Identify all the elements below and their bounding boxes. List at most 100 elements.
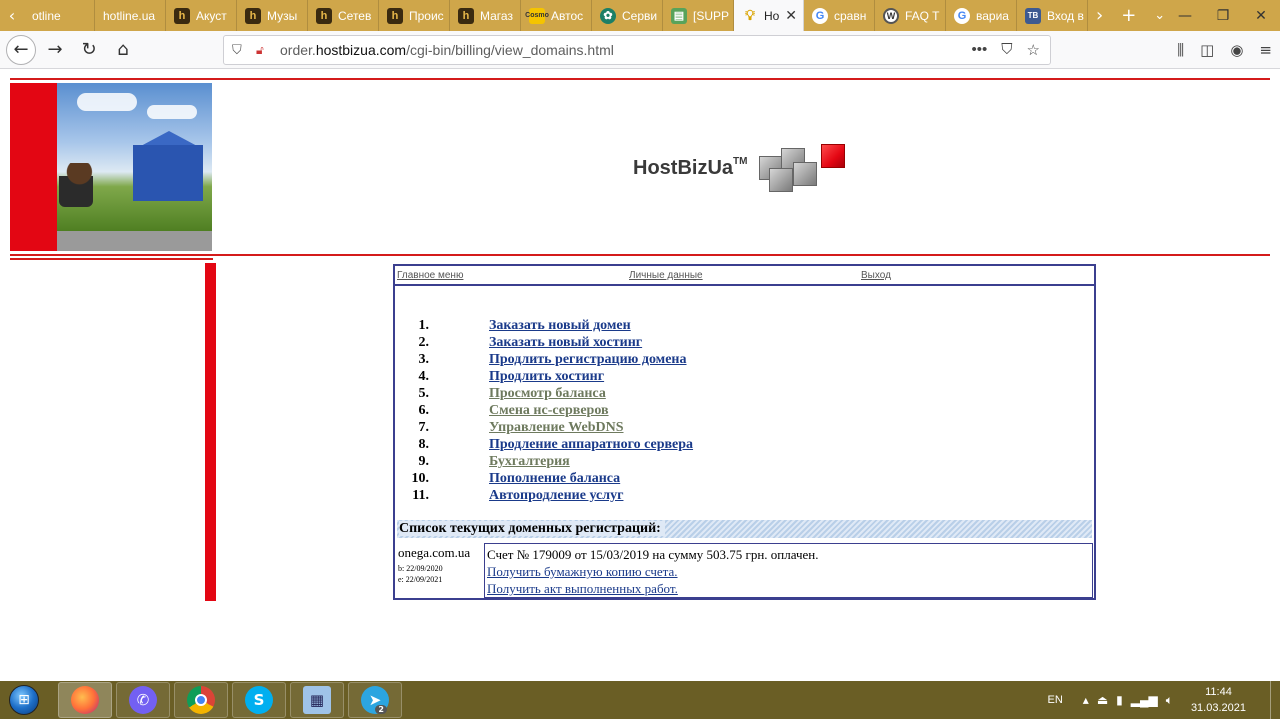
system-tray: EN ▴ ⏏ ▮ ▂▄▆ 🔈︎ 11:44 31.03.2021 [1048,681,1280,719]
tab-scroll-right-icon[interactable]: › [1096,5,1103,26]
personal-data-link[interactable]: Личные данные [629,270,703,281]
nav-bar: ← → ↻ ⌂ ⛉ 🔓︎ order.hostbizua.com/cgi-bin… [0,31,1280,69]
tab-label: Автос [551,8,584,23]
bookmark-star-icon[interactable]: ☆ [1027,41,1040,59]
menu-item-number: 4. [418,369,430,384]
url-text[interactable]: order.hostbizua.com/cgi-bin/billing/view… [280,42,614,58]
h-favicon-icon: h [458,7,474,24]
h-favicon-icon: h [245,7,261,24]
h-favicon-icon: h [316,7,332,24]
sidebar-icon[interactable]: ◫ [1200,41,1214,59]
browser-tab[interactable]: ▤ [SUPP [663,0,734,31]
menu-item-number: 1. [418,318,430,333]
back-icon[interactable]: ← [6,34,36,65]
h-favicon-icon: h [174,7,190,24]
browser-tab[interactable]: Gсравн [804,0,875,31]
tab-label: Магаз [480,8,513,23]
forward-icon[interactable]: → [40,35,70,65]
tab-label: FAQ T [905,8,940,23]
taskbar-skype[interactable]: S [232,682,286,718]
menu-item-link[interactable]: Продлить регистрацию домена [489,352,687,368]
menu-item-link[interactable]: Бухгалтерия [489,454,570,470]
menu-item-number: 10. [411,471,430,486]
url-path: /cgi-bin/billing/view_domains.html [406,42,614,58]
h-favicon-icon: h [387,7,403,24]
menu-item-link[interactable]: Автопродление услуг [489,488,623,504]
divider-top [10,78,1270,80]
tab-close-icon[interactable]: ✕ [785,7,797,24]
menu-item-link[interactable]: Заказать новый домен [489,318,631,334]
paper-copy-link[interactable]: Получить бумажную копию счета. [487,563,1090,580]
menu-item-link[interactable]: Пополнение баланса [489,471,620,487]
tab-list: otline hotline.ua h Акуст h Музы h Сетев h Проис h… [24,0,1088,31]
volume-icon[interactable]: 🔈︎ [1166,693,1173,708]
browser-tab[interactable]: Cosmo Автос [521,0,592,31]
menu-item-link[interactable]: Управление WebDNS [489,420,624,436]
browser-tab[interactable]: ✿ Серви [592,0,663,31]
window-close-icon[interactable]: ✕ [1242,8,1280,24]
tray-expand-icon[interactable]: ▴ [1083,693,1089,708]
browser-tab[interactable]: h Акуст [166,0,237,31]
home-icon[interactable]: ⌂ [108,35,138,65]
taskbar-viber[interactable]: ✆ [116,682,170,718]
hamburger-menu-icon[interactable]: ≡ [1259,41,1272,59]
menu-item-link[interactable]: Заказать новый хостинг [489,335,642,351]
reload-icon[interactable]: ↻ [74,35,104,65]
cloud-shape [147,105,197,119]
tab-scroll-left-icon[interactable]: ‹ [0,0,24,31]
tab-label: Ho [764,8,780,23]
taskbar-telegram[interactable]: ➤ 2 [348,682,402,718]
hero-grey-bar [57,231,212,251]
logo-tm: TM [733,156,748,167]
browser-tab[interactable]: h Проис [379,0,450,31]
browser-tab[interactable]: otline [24,0,95,31]
clock-date: 31.03.2021 [1190,702,1246,714]
tab-list-chevron-icon[interactable]: ⌄ [1154,8,1165,23]
red-cube-shape [821,144,846,168]
pocket-icon[interactable]: ⛉ [1001,41,1012,59]
browser-tab[interactable]: h Магаз [450,0,521,31]
tab-label: сравн [834,8,867,23]
restore-icon[interactable]: ❐ [1204,8,1242,24]
account-icon[interactable]: ◉ [1230,41,1243,59]
browser-tab[interactable]: Gвариа [946,0,1017,31]
taskbar-firefox[interactable] [58,682,112,718]
insecure-lock-icon[interactable]: 🔓︎ [256,43,272,58]
work-act-link[interactable]: Получить акт выполненных работ. [487,580,1090,597]
menu-item-link[interactable]: Просмотр баланса [489,386,606,402]
logout-link[interactable]: Выход [861,270,891,281]
url-bar[interactable]: ⛉ 🔓︎ order.hostbizua.com/cgi-bin/billing… [223,35,1051,65]
menu-item-link[interactable]: Продление аппаратного сервера [489,437,693,453]
domain-dates: b: 22/09/2020 e: 22/09/2021 [398,563,470,585]
hero-banner [10,83,212,251]
browser-tab[interactable]: hotline.ua [95,0,166,31]
tray-icons: ▴ ⏏ ▮ ▂▄▆ 🔈︎ [1083,693,1173,708]
minimize-icon[interactable]: — [1166,8,1204,24]
wp-favicon-icon: W [883,7,899,24]
browser-tab[interactable]: W FAQ T [875,0,946,31]
browser-tab[interactable]: 💡︎ Ho ✕ [734,0,804,31]
browser-tab[interactable]: ТВ Вход в [1017,0,1088,31]
language-indicator[interactable]: EN [1048,694,1063,706]
usb-icon[interactable]: ⏏ [1097,693,1108,708]
show-desktop-button[interactable] [1270,681,1280,719]
taskbar-control-panel[interactable]: ▦ [290,682,344,718]
main-menu-link[interactable]: Главное меню [397,270,463,281]
menu-item-link[interactable]: Смена нс-серверов [489,403,609,419]
site-logo[interactable]: HostBizUa TM [633,138,849,194]
taskbar-chrome[interactable] [174,682,228,718]
browser-tab[interactable]: h Музы [237,0,308,31]
menu-item-number: 3. [418,352,430,367]
start-button[interactable]: ⊞ [4,681,44,719]
network-signal-icon[interactable]: ▂▄▆ [1131,693,1158,708]
domain-name: onega.com.ua [398,545,471,560]
menu-item-number: 6. [418,403,430,418]
battery-icon[interactable]: ▮ [1116,693,1123,708]
tracking-shield-icon[interactable]: ⛉ [232,42,248,58]
clock[interactable]: 11:44 31.03.2021 [1191,684,1246,716]
page-actions-icon[interactable]: ••• [972,41,988,59]
library-icon[interactable]: ⫼ [1177,41,1184,59]
menu-item-link[interactable]: Продлить хостинг [489,369,604,385]
new-tab-icon[interactable]: + [1121,5,1136,26]
browser-tab[interactable]: h Сетев [308,0,379,31]
